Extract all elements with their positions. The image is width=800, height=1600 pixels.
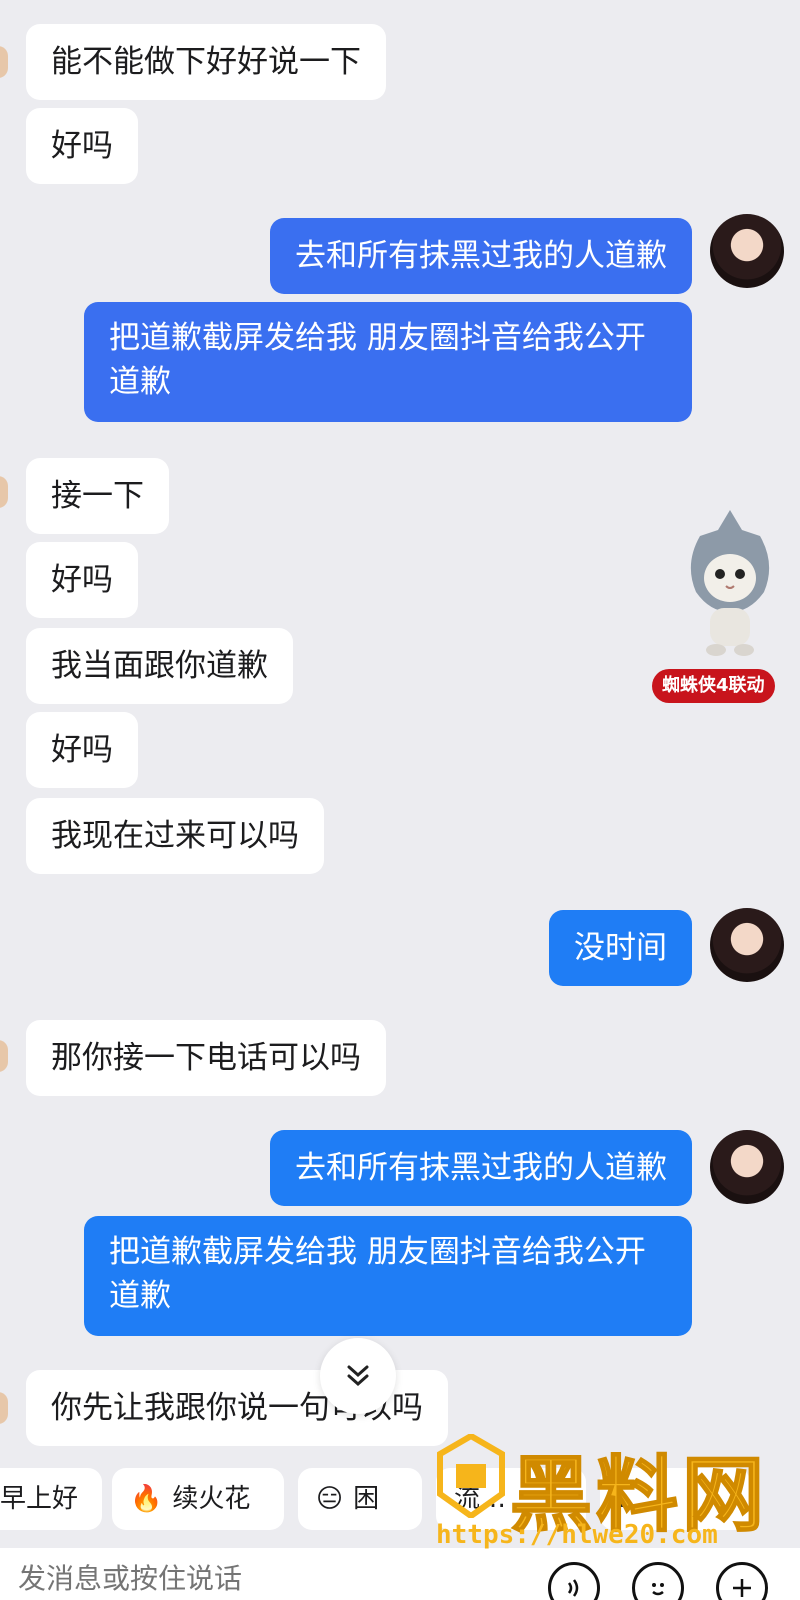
message-outgoing[interactable]: 把道歉截屏发给我 朋友圈抖音给我公开道歉: [84, 1216, 692, 1336]
scroll-to-bottom-button[interactable]: [320, 1338, 396, 1414]
sleepy-face-icon: 😑: [316, 1484, 344, 1514]
double-chevron-down-icon: [347, 1365, 369, 1387]
quick-reply-label: 早上好: [0, 1484, 79, 1514]
contact-avatar-edge[interactable]: [0, 46, 8, 78]
quick-reply-label: 困: [353, 1484, 380, 1514]
message-incoming[interactable]: 好吗: [26, 108, 138, 184]
quick-reply-label: …: [618, 1484, 644, 1514]
message-incoming[interactable]: 好吗: [26, 712, 138, 788]
plus-icon: [733, 1579, 751, 1597]
message-outgoing[interactable]: 去和所有抹黑过我的人道歉: [270, 1130, 692, 1206]
quick-reply-bar: 早上好 🔥 续火花 😑 困 流… …: [0, 1468, 800, 1534]
voice-wave-icon: [567, 1579, 579, 1597]
message-incoming[interactable]: 我现在过来可以吗: [26, 798, 324, 874]
sticker-badge: 蜘蛛侠4联动: [652, 669, 775, 703]
message-outgoing[interactable]: 没时间: [549, 910, 692, 986]
voice-button[interactable]: [548, 1562, 600, 1600]
quick-reply-chip[interactable]: 早上好: [0, 1468, 102, 1530]
quick-reply-chip[interactable]: …: [600, 1468, 750, 1530]
message-outgoing[interactable]: 去和所有抹黑过我的人道歉: [270, 218, 692, 294]
message-incoming[interactable]: 好吗: [26, 542, 138, 618]
quick-reply-chip[interactable]: 🔥 续火花: [112, 1468, 284, 1530]
quick-reply-chip[interactable]: 流…: [436, 1468, 586, 1530]
quick-reply-label: 流…: [454, 1484, 507, 1514]
chat-message-list[interactable]: 能不能做下好好说一下 好吗 去和所有抹黑过我的人道歉 把道歉截屏发给我 朋友圈抖…: [0, 0, 800, 1460]
my-avatar[interactable]: [710, 908, 784, 982]
fire-icon: 🔥: [130, 1484, 163, 1514]
contact-avatar-edge[interactable]: [0, 476, 8, 508]
shark-cat-sticker[interactable]: [680, 508, 780, 658]
message-incoming[interactable]: 能不能做下好好说一下: [26, 24, 386, 100]
message-input-bar: [0, 1548, 800, 1600]
message-input[interactable]: [18, 1556, 518, 1600]
message-incoming[interactable]: 那你接一下电话可以吗: [26, 1020, 386, 1096]
more-button[interactable]: [716, 1562, 768, 1600]
message-incoming[interactable]: 接一下: [26, 458, 169, 534]
emoji-face-icon: [652, 1583, 664, 1596]
quick-reply-chip[interactable]: 😑 困: [298, 1468, 422, 1530]
message-incoming[interactable]: 我当面跟你道歉: [26, 628, 293, 704]
emoji-button[interactable]: [632, 1562, 684, 1600]
contact-avatar-edge[interactable]: [0, 1392, 8, 1424]
my-avatar[interactable]: [710, 214, 784, 288]
contact-avatar-edge[interactable]: [0, 1040, 8, 1072]
quick-reply-label: 续火花: [172, 1484, 251, 1514]
my-avatar[interactable]: [710, 1130, 784, 1204]
message-outgoing[interactable]: 把道歉截屏发给我 朋友圈抖音给我公开道歉: [84, 302, 692, 422]
